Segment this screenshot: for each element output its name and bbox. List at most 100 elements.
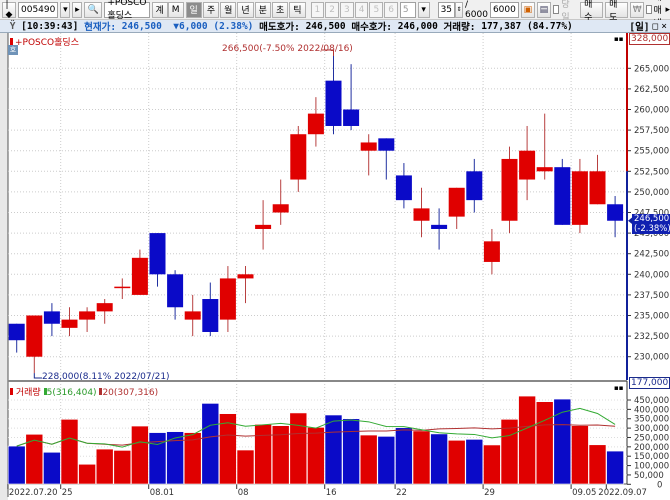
candle-body <box>237 274 254 279</box>
candle-body <box>554 167 571 225</box>
price-tick-label: 240,000 <box>634 270 669 280</box>
volume-bar <box>289 412 308 485</box>
volume-bar <box>483 444 501 485</box>
candle <box>501 146 518 234</box>
volume-bar <box>588 444 607 485</box>
high-annotation: 266,500(-7.50% 2022/08/16) <box>222 44 353 54</box>
volume-max-label: 177,000 <box>629 377 670 389</box>
volume-bar <box>307 427 325 485</box>
date-label: 08 <box>238 488 249 498</box>
volume-bar <box>518 395 536 485</box>
volume-bar <box>236 449 255 485</box>
candle-body <box>43 311 60 324</box>
candle-body <box>255 224 272 229</box>
legend-ma5: 5(316,404) <box>46 388 97 398</box>
candle-body <box>395 175 412 201</box>
low-annotation: 228,000(8.11% 2022/07/21) <box>42 372 170 382</box>
candle-body <box>607 204 624 221</box>
candle-body <box>483 241 500 262</box>
candle-body <box>61 319 78 328</box>
volume-bar <box>131 425 149 485</box>
candle-body <box>466 171 483 201</box>
candle-body <box>114 286 131 289</box>
date-label: 09.05 <box>572 488 596 498</box>
volume-bar <box>447 439 466 485</box>
candle-body <box>519 150 536 180</box>
volume-bar <box>324 414 343 485</box>
price-tick-label: 230,000 <box>634 353 669 363</box>
candle-body <box>536 167 553 172</box>
candle-body <box>343 109 360 126</box>
price-tick-label: 242,500 <box>634 250 669 260</box>
price-tick-label: 252,500 <box>634 167 669 177</box>
current-pct-label: (-2.38%) <box>634 224 670 234</box>
date-label: 08.01 <box>150 488 174 498</box>
volume-bar <box>412 430 431 485</box>
price-tick-label: 257,500 <box>634 126 669 136</box>
volume-bar <box>535 401 554 485</box>
volume-bar <box>78 463 96 485</box>
volume-bar <box>606 450 624 485</box>
date-label: 2022.09.07 <box>598 488 647 498</box>
price-tick-label: 255,000 <box>634 147 669 157</box>
volume-bar <box>201 403 220 485</box>
legend-volume: 거래량 <box>15 388 41 398</box>
price-tick-label: 250,000 <box>634 188 669 198</box>
price-tick-label: 232,500 <box>634 332 669 342</box>
price-tick-label: 265,000 <box>634 64 669 74</box>
volume-bar <box>166 431 184 485</box>
price-tick-label: 260,000 <box>634 106 669 116</box>
candle-body <box>26 315 43 357</box>
volume-bar <box>571 425 589 485</box>
candle-body <box>167 274 184 308</box>
candle-body <box>272 204 289 213</box>
price-tick-label: 237,500 <box>634 291 669 301</box>
price-chart[interactable]: 265,000 262,500 260,000 257,500 255,000 252,5… <box>0 0 670 500</box>
price-tick-label: 262,500 <box>634 85 669 95</box>
candle <box>554 158 571 225</box>
candle-body <box>149 233 166 275</box>
candle-body <box>202 299 219 332</box>
legend-marker-icon <box>10 388 13 395</box>
volume-bar <box>342 418 360 485</box>
volume-bar <box>430 433 448 485</box>
volume-bar <box>254 424 272 485</box>
chart-title: +POSCO홀딩스 <box>10 35 79 48</box>
date-label: 16 <box>326 488 337 498</box>
candle-body <box>571 171 588 225</box>
candle-body <box>79 311 96 320</box>
date-label: 25 <box>62 488 73 498</box>
volume-bar <box>43 451 61 485</box>
candle-body <box>325 80 342 126</box>
candle-body <box>131 257 148 295</box>
price-tick-label: 235,000 <box>634 312 669 322</box>
pane-buttons[interactable]: ▪▪ <box>614 384 624 392</box>
series-name: +POSCO홀딩스 <box>15 38 79 48</box>
candle-body <box>589 171 606 205</box>
volume-legend: 거래량 5(316,404) 20(307,316) <box>10 385 158 398</box>
current-price-box: 246,500 (-2.38%) <box>632 214 670 234</box>
volume-bar <box>395 427 413 485</box>
volume-bar <box>148 432 167 485</box>
legend-ma20: 20(307,316) <box>102 388 159 398</box>
candle-body <box>378 138 395 151</box>
settings-icon[interactable]: 호 <box>8 45 18 55</box>
volume-bar <box>500 419 519 485</box>
price-max-label: 328,000 <box>629 33 670 45</box>
volume-bar <box>465 439 484 485</box>
candle-body <box>448 187 465 217</box>
left-gutter <box>0 33 8 500</box>
volume-bar <box>7 445 26 485</box>
candle-body <box>307 113 324 135</box>
candle-body <box>431 224 448 229</box>
volume-bar <box>95 448 114 485</box>
volume-tick-label: 0 <box>657 480 662 490</box>
candle-body <box>219 278 236 320</box>
candle-body <box>290 134 307 180</box>
pane-buttons[interactable]: ▪▪ <box>614 35 624 43</box>
candle-body <box>360 142 377 151</box>
volume-bar <box>113 450 132 485</box>
series-marker-icon <box>10 38 13 45</box>
volume-bar <box>359 434 378 485</box>
date-label: 22 <box>396 488 407 498</box>
